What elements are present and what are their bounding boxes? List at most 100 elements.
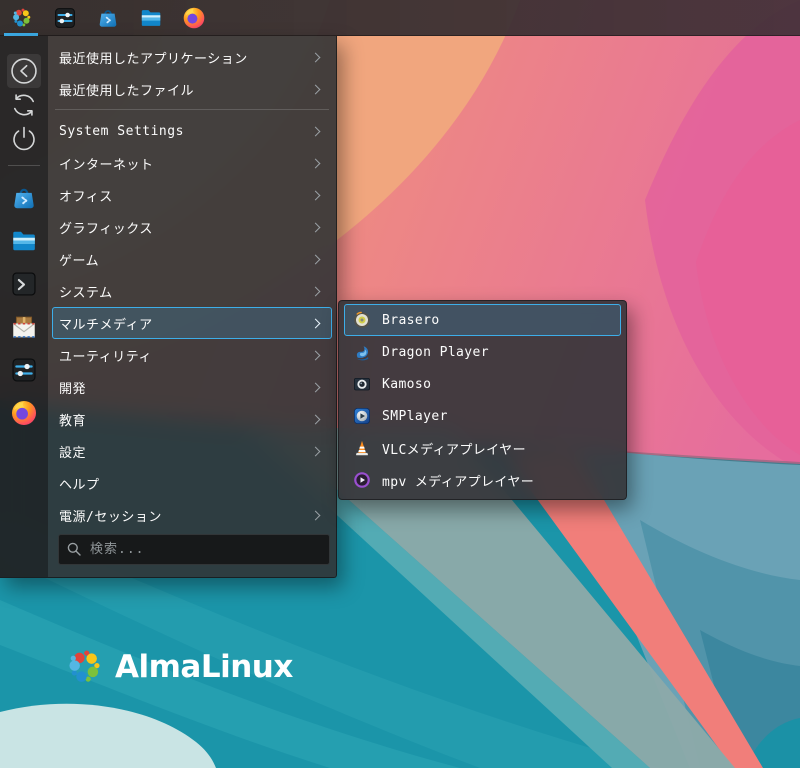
category-label: 最近使用したファイル	[59, 83, 195, 99]
app-kamoso[interactable]: Kamoso	[344, 368, 621, 400]
vlc-icon	[353, 439, 371, 457]
back-button[interactable]	[7, 54, 41, 88]
top-panel	[0, 0, 800, 36]
smplayer-icon	[353, 407, 371, 425]
category-label: ヘルプ	[59, 477, 100, 493]
kamoso-icon	[353, 375, 371, 393]
restart-button[interactable]	[7, 88, 41, 122]
almalinux-desktop-logo: AlmaLinux	[64, 646, 293, 688]
category-label: 電源/セッション	[59, 509, 162, 525]
almalinux-launcher-icon	[10, 6, 34, 30]
chevron-right-icon	[310, 84, 321, 94]
app-mpv[interactable]: mpv メディアプレイヤー	[344, 464, 621, 496]
chevron-right-icon	[310, 414, 321, 424]
category-multimedia[interactable]: マルチメディア	[52, 307, 332, 339]
category-utilities[interactable]: ユーティリティ	[52, 339, 332, 371]
category-games[interactable]: ゲーム	[52, 243, 332, 275]
application-launcher-menu: 最近使用したアプリケーション 最近使用したファイル System Setting…	[0, 36, 337, 578]
taskbar-system-settings-button[interactable]	[43, 0, 86, 36]
category-label: マルチメディア	[59, 317, 153, 333]
app-vlc[interactable]: VLCメディアプレイヤー	[344, 432, 621, 464]
chevron-right-icon	[310, 446, 321, 456]
system-settings-icon	[10, 356, 38, 384]
app-brasero[interactable]: Brasero	[344, 304, 621, 336]
taskbar-firefox-button[interactable]	[172, 0, 215, 36]
app-label: Kamoso	[382, 376, 432, 392]
chevron-right-icon	[310, 350, 321, 360]
app-dragon-player[interactable]: Dragon Player	[344, 336, 621, 368]
app-label: Brasero	[382, 312, 440, 328]
shutdown-icon	[8, 123, 40, 155]
category-power-session[interactable]: 電源/セッション	[52, 499, 332, 531]
category-development[interactable]: 開発	[52, 371, 332, 403]
almalinux-logo-text: AlmaLinux	[115, 649, 293, 685]
favorite-kontact[interactable]	[3, 305, 46, 348]
app-smplayer[interactable]: SMPlayer	[344, 400, 621, 432]
chevron-right-icon	[310, 126, 321, 136]
taskbar-file-manager-button[interactable]	[129, 0, 172, 36]
app-label: Dragon Player	[382, 344, 489, 360]
multimedia-submenu: Brasero Dragon Player Kamoso SMPlayer VL…	[338, 300, 627, 500]
category-recent-applications[interactable]: 最近使用したアプリケーション	[52, 41, 332, 73]
back-icon	[8, 55, 40, 87]
firefox-icon	[10, 399, 38, 427]
favorite-file-manager[interactable]	[3, 219, 46, 262]
chevron-right-icon	[310, 158, 321, 168]
category-office[interactable]: オフィス	[52, 179, 332, 211]
category-label: インターネット	[59, 157, 154, 173]
taskbar-discover-button[interactable]	[86, 0, 129, 36]
category-label: システム	[59, 285, 113, 301]
category-graphics[interactable]: グラフィックス	[52, 211, 332, 243]
favorite-konsole[interactable]	[3, 262, 46, 305]
application-launcher-button[interactable]	[0, 0, 43, 36]
app-label: SMPlayer	[382, 408, 448, 424]
favorite-discover[interactable]	[3, 176, 46, 219]
chevron-right-icon	[310, 318, 321, 328]
category-system-settings[interactable]: System Settings	[52, 115, 332, 147]
brasero-icon	[353, 311, 371, 329]
category-internet[interactable]: インターネット	[52, 147, 332, 179]
chevron-right-icon	[310, 382, 321, 392]
category-label: ゲーム	[59, 253, 100, 269]
category-list: 最近使用したアプリケーション 最近使用したファイル System Setting…	[48, 36, 336, 577]
file-manager-icon	[139, 6, 163, 30]
search-input[interactable]	[58, 534, 330, 565]
favorite-firefox[interactable]	[3, 391, 46, 434]
category-help[interactable]: ヘルプ	[52, 467, 332, 499]
file-manager-icon	[10, 227, 38, 255]
sidebar-separator	[8, 165, 40, 166]
chevron-right-icon	[310, 254, 321, 264]
launcher-sidebar	[0, 36, 48, 577]
system-settings-icon	[53, 6, 77, 30]
chevron-right-icon	[310, 190, 321, 200]
category-label: 教育	[59, 413, 87, 429]
search-box	[58, 534, 330, 565]
category-label: グラフィックス	[59, 221, 153, 237]
category-label: System Settings	[59, 123, 184, 139]
category-label: 最近使用したアプリケーション	[59, 51, 248, 67]
restart-icon	[8, 89, 40, 121]
konsole-icon	[10, 270, 38, 298]
chevron-right-icon	[310, 222, 321, 232]
discover-icon	[96, 6, 120, 30]
favorite-system-settings[interactable]	[3, 348, 46, 391]
menu-separator	[55, 109, 329, 110]
discover-icon	[10, 184, 38, 212]
category-label: オフィス	[59, 189, 113, 205]
category-education[interactable]: 教育	[52, 403, 332, 435]
kontact-mail-icon	[10, 313, 38, 341]
chevron-right-icon	[310, 510, 321, 520]
chevron-right-icon	[310, 52, 321, 62]
almalinux-logo-icon	[64, 646, 106, 688]
shutdown-button[interactable]	[7, 122, 41, 156]
category-system[interactable]: システム	[52, 275, 332, 307]
category-settings[interactable]: 設定	[52, 435, 332, 467]
category-recent-files[interactable]: 最近使用したファイル	[52, 73, 332, 105]
app-label: VLCメディアプレイヤー	[382, 442, 526, 458]
category-label: ユーティリティ	[59, 349, 152, 365]
firefox-icon	[182, 6, 206, 30]
app-label: mpv メディアプレイヤー	[382, 474, 535, 490]
category-label: 開発	[59, 381, 87, 397]
mpv-icon	[353, 471, 371, 489]
category-label: 設定	[59, 445, 87, 461]
